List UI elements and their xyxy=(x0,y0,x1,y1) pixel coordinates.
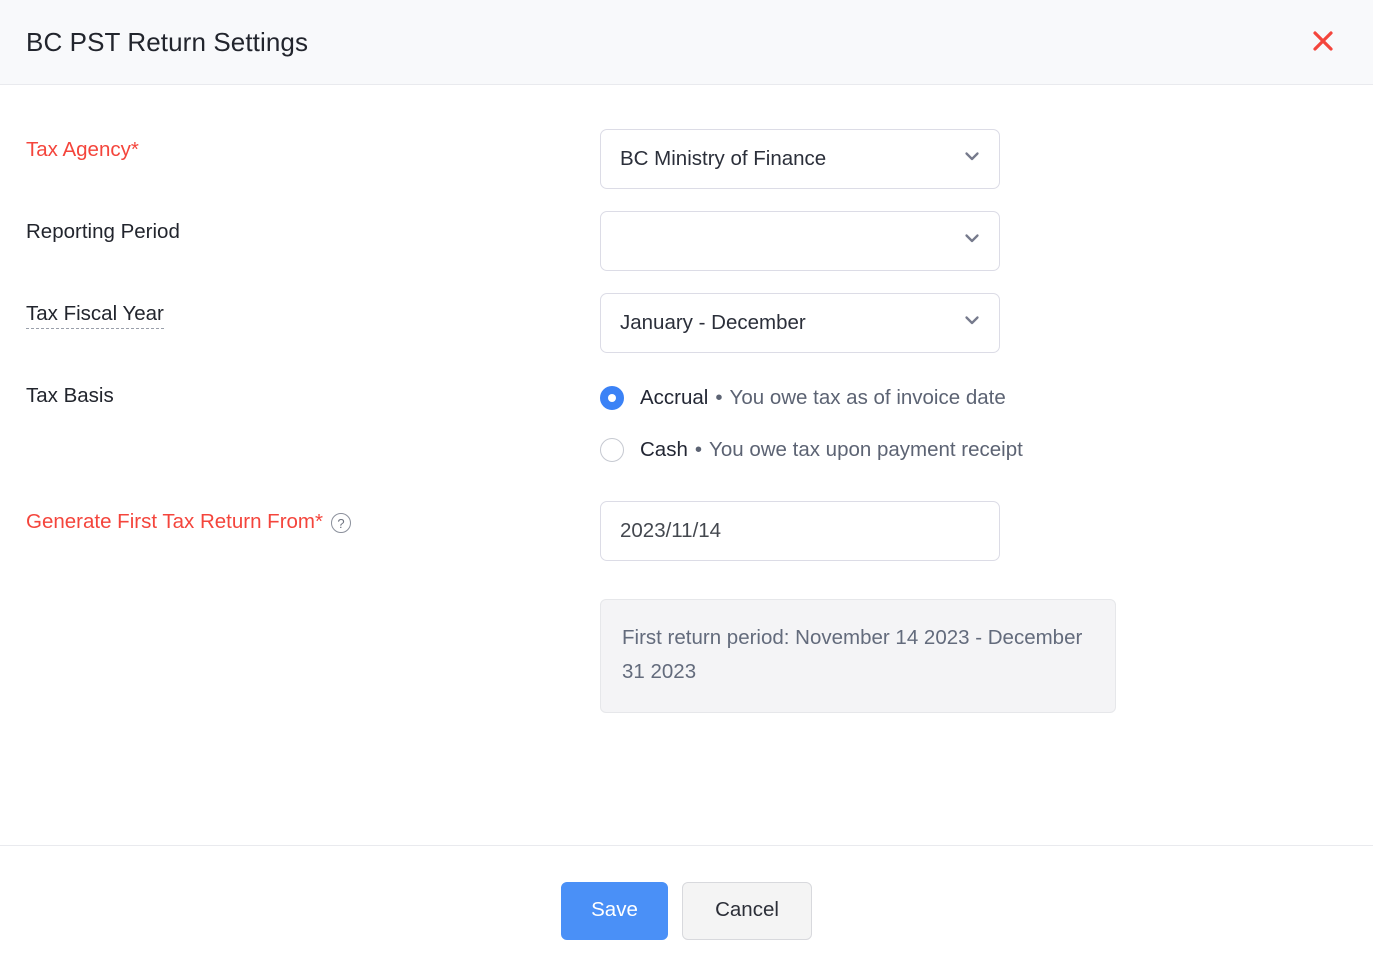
radio-accrual-separator: • xyxy=(715,386,722,410)
tax-basis-label: Tax Basis xyxy=(26,375,600,408)
radio-option-cash[interactable]: Cash • You owe tax upon payment receipt xyxy=(600,427,1347,473)
tax-basis-options: Accrual • You owe tax as of invoice date… xyxy=(600,375,1347,473)
info-box-row: First return period: November 14 2023 - … xyxy=(26,579,1347,713)
question-mark-icon[interactable]: ? xyxy=(331,513,351,533)
tax-agency-field: BC Ministry of Finance xyxy=(600,129,1347,189)
radio-cash-description: You owe tax upon payment receipt xyxy=(709,438,1023,462)
radio-accrual-icon[interactable] xyxy=(600,386,624,410)
reporting-period-label: Reporting Period xyxy=(26,211,600,244)
info-box-spacer xyxy=(26,579,600,588)
generate-first-return-field: 2023/11/14 xyxy=(600,501,1347,561)
page-title: BC PST Return Settings xyxy=(26,27,308,58)
first-return-date-value: 2023/11/14 xyxy=(620,519,982,543)
tax-agency-value: BC Ministry of Finance xyxy=(620,147,954,171)
radio-option-accrual[interactable]: Accrual • You owe tax as of invoice date xyxy=(600,375,1347,421)
radio-cash-separator: • xyxy=(695,438,702,462)
save-button[interactable]: Save xyxy=(561,882,668,940)
close-icon xyxy=(1310,28,1336,57)
reporting-period-field xyxy=(600,211,1347,271)
close-button[interactable] xyxy=(1303,22,1343,62)
field-row-tax-agency: Tax Agency* BC Ministry of Finance xyxy=(26,129,1347,189)
dialog-header: BC PST Return Settings xyxy=(0,0,1373,85)
field-row-generate-first-return: Generate First Tax Return From* ? 2023/1… xyxy=(26,501,1347,561)
radio-cash-label: Cash xyxy=(640,438,688,462)
reporting-period-select[interactable] xyxy=(600,211,1000,271)
generate-first-return-label: Generate First Tax Return From* ? xyxy=(26,501,600,534)
generate-first-return-label-text: Generate First Tax Return From* xyxy=(26,510,323,534)
field-row-tax-basis: Tax Basis Accrual • You owe tax as of in… xyxy=(26,375,1347,473)
tax-fiscal-year-field: January - December xyxy=(600,293,1347,353)
dialog-body: Tax Agency* BC Ministry of Finance Repor… xyxy=(0,85,1373,845)
dialog-footer: Save Cancel xyxy=(0,845,1373,975)
tax-agency-select[interactable]: BC Ministry of Finance xyxy=(600,129,1000,189)
radio-cash-icon[interactable] xyxy=(600,438,624,462)
chevron-down-icon xyxy=(962,310,982,336)
field-row-tax-fiscal-year: Tax Fiscal Year January - December xyxy=(26,293,1347,353)
radio-accrual-label: Accrual xyxy=(640,386,708,410)
radio-accrual-description: You owe tax as of invoice date xyxy=(730,386,1006,410)
tax-agency-label: Tax Agency* xyxy=(26,129,600,162)
first-return-date-input[interactable]: 2023/11/14 xyxy=(600,501,1000,561)
cancel-button[interactable]: Cancel xyxy=(682,882,812,940)
chevron-down-icon xyxy=(962,228,982,254)
first-return-period-info: First return period: November 14 2023 - … xyxy=(600,599,1116,713)
field-row-reporting-period: Reporting Period xyxy=(26,211,1347,271)
tax-fiscal-year-value: January - December xyxy=(620,311,954,335)
chevron-down-icon xyxy=(962,146,982,172)
tax-fiscal-year-select[interactable]: January - December xyxy=(600,293,1000,353)
tax-return-settings-dialog: BC PST Return Settings Tax Agency* BC Mi… xyxy=(0,0,1373,975)
tax-fiscal-year-label[interactable]: Tax Fiscal Year xyxy=(26,293,600,326)
